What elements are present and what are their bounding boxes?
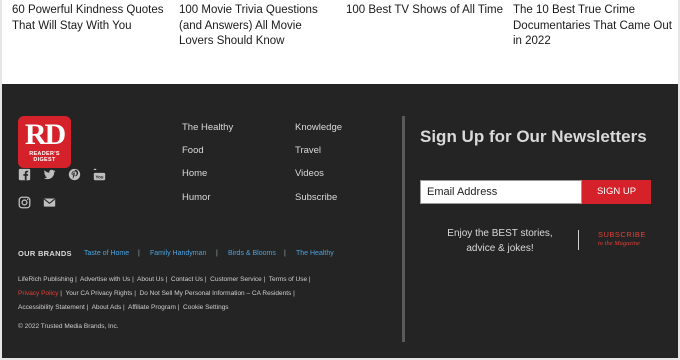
- legal-link[interactable]: Terms of Use: [269, 276, 307, 283]
- brand-link-the-healthy[interactable]: The Healthy: [296, 250, 334, 257]
- newsletter-tagline: Enjoy the BEST stories, advice & jokes!: [447, 228, 553, 254]
- article-link[interactable]: The 10 Best True Crime Documentaries Tha…: [513, 3, 673, 50]
- svg-text:You: You: [95, 175, 103, 180]
- logo-subtitle-line2: DIGEST: [33, 157, 56, 163]
- brand-link-birds-and-blooms[interactable]: Birds & Blooms: [228, 250, 276, 257]
- legal-link[interactable]: Contact Us: [171, 276, 203, 283]
- legal-link[interactable]: Affiliate Program: [128, 304, 176, 311]
- our-brands-label: OUR BRANDS: [18, 249, 72, 258]
- legal-links-row-3: Accessibility Statement | About Ads | Af…: [18, 304, 229, 311]
- nav-link-videos[interactable]: Videos: [295, 168, 324, 179]
- brand-link-family-handyman[interactable]: Family Handyman: [150, 250, 206, 257]
- social-links-row-2: [18, 196, 56, 209]
- youtube-icon[interactable]: You: [93, 168, 106, 181]
- brand-separator: |: [284, 250, 286, 257]
- nav-link-the-healthy[interactable]: The Healthy: [182, 122, 233, 133]
- email-icon[interactable]: [43, 196, 56, 209]
- subscribe-label: SUBSCRIBE: [598, 230, 646, 239]
- article-link[interactable]: 100 Best TV Shows of All Time: [346, 3, 506, 19]
- email-input[interactable]: Email Address: [420, 180, 582, 204]
- nav-link-travel[interactable]: Travel: [295, 145, 321, 156]
- legal-link[interactable]: LifeRich Publishing: [18, 276, 73, 283]
- newsletter-title: Sign Up for Our Newsletters: [420, 127, 647, 146]
- privacy-policy-link[interactable]: Privacy Policy: [18, 290, 58, 297]
- legal-link[interactable]: About Us: [137, 276, 164, 283]
- logo-letters: RD: [24, 118, 66, 151]
- nav-link-home[interactable]: Home: [182, 168, 207, 179]
- brand-separator: |: [216, 250, 218, 257]
- legal-links-row-1: LifeRich Publishing | Advertise with Us …: [18, 276, 311, 283]
- legal-link[interactable]: About Ads: [92, 304, 122, 311]
- facebook-icon[interactable]: [18, 168, 31, 181]
- readers-digest-logo[interactable]: RD READER'S DIGEST: [18, 116, 71, 168]
- article-link[interactable]: 60 Powerful Kindness Quotes That Will St…: [12, 3, 172, 34]
- site-footer: RD READER'S DIGEST You The Healthy Food …: [0, 84, 680, 360]
- legal-link[interactable]: Cookie Settings: [183, 304, 229, 311]
- article-link[interactable]: 100 Movie Trivia Questions (and Answers)…: [179, 3, 339, 50]
- related-articles: 60 Powerful Kindness Quotes That Will St…: [0, 0, 680, 84]
- twitter-icon[interactable]: [43, 168, 56, 181]
- nav-link-subscribe[interactable]: Subscribe: [295, 192, 337, 203]
- legal-link[interactable]: Customer Service: [210, 276, 262, 283]
- social-links-row-1: You: [18, 168, 106, 181]
- tagline-divider: [578, 230, 579, 250]
- footer-divider: [402, 116, 405, 342]
- copyright-text: © 2022 Trusted Media Brands, Inc.: [18, 323, 119, 330]
- nav-link-food[interactable]: Food: [182, 145, 204, 156]
- pinterest-icon[interactable]: [68, 168, 81, 181]
- subscribe-sublabel: to the Magazine: [598, 240, 640, 247]
- subscribe-magazine-link[interactable]: SUBSCRIBE to the Magazine: [598, 230, 646, 248]
- legal-links-row-2: Privacy Policy | Your CA Privacy Rights …: [18, 290, 295, 297]
- legal-link[interactable]: Do Not Sell My Personal Information – CA…: [140, 290, 292, 297]
- nav-link-knowledge[interactable]: Knowledge: [295, 122, 342, 133]
- sign-up-button[interactable]: SIGN UP: [582, 180, 651, 204]
- legal-link[interactable]: Advertise with Us: [80, 276, 130, 283]
- legal-link[interactable]: Accessibility Statement: [18, 304, 85, 311]
- nav-link-humor[interactable]: Humor: [182, 192, 211, 203]
- brand-link-taste-of-home[interactable]: Taste of Home: [84, 250, 129, 257]
- instagram-icon[interactable]: [18, 196, 31, 209]
- brand-separator: |: [138, 250, 140, 257]
- legal-link[interactable]: Your CA Privacy Rights: [65, 290, 132, 297]
